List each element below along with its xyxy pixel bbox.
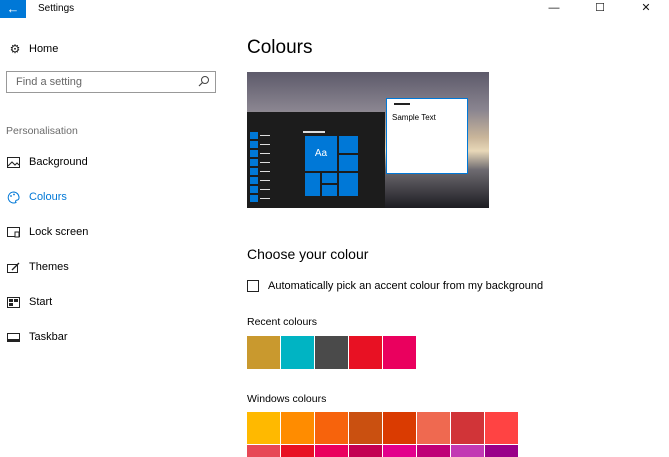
sidebar-item-label: Background xyxy=(29,156,88,168)
preview-sample-text: Sample Text xyxy=(392,113,436,122)
close-button[interactable]: ✕ xyxy=(623,0,669,18)
main-content: Colours Aa Sample Text Choose your colou… xyxy=(232,18,669,457)
windows-colour-swatch[interactable] xyxy=(281,445,314,457)
back-arrow-icon: ← xyxy=(6,1,20,16)
sidebar-item-label: Start xyxy=(29,296,53,308)
taskbar-icon xyxy=(6,331,20,343)
section-label-personalisation: Personalisation xyxy=(6,125,78,137)
sidebar-item-label: Taskbar xyxy=(29,331,68,343)
sidebar-item-background[interactable]: Background xyxy=(6,153,88,171)
checkbox-box[interactable] xyxy=(247,280,259,292)
windows-colours-grid xyxy=(247,412,519,457)
windows-colour-swatch[interactable] xyxy=(417,445,450,457)
colour-preview: Aa Sample Text xyxy=(247,72,489,208)
palette-icon xyxy=(6,190,20,203)
recent-colour-swatch[interactable] xyxy=(281,336,314,369)
minimize-icon: — xyxy=(548,2,560,14)
sidebar-item-label: Themes xyxy=(29,261,69,273)
sidebar-item-colours[interactable]: Colours xyxy=(6,188,67,206)
windows-colour-swatch[interactable] xyxy=(451,412,484,444)
windows-colour-swatch[interactable] xyxy=(315,412,348,444)
preview-tiles: Aa xyxy=(304,135,359,197)
sidebar-item-label: Lock screen xyxy=(29,226,89,238)
windows-colour-swatch[interactable] xyxy=(383,445,416,457)
lock-screen-icon xyxy=(6,226,20,238)
maximize-button[interactable]: ☐ xyxy=(577,0,623,18)
windows-colour-swatch[interactable] xyxy=(315,445,348,457)
windows-colour-swatch[interactable] xyxy=(247,412,280,444)
windows-colour-swatch[interactable] xyxy=(451,445,484,457)
auto-pick-accent-checkbox[interactable]: Automatically pick an accent colour from… xyxy=(247,280,543,292)
picture-icon xyxy=(6,156,20,168)
recent-colours-row xyxy=(247,336,417,369)
windows-colour-row xyxy=(247,445,519,457)
sidebar-item-start[interactable]: Start xyxy=(6,293,52,311)
preview-header-line xyxy=(303,131,325,133)
windows-colours-label: Windows colours xyxy=(247,393,327,405)
search-icon[interactable] xyxy=(198,75,210,87)
back-button[interactable]: ← xyxy=(0,0,26,18)
page-title: Colours xyxy=(247,37,313,58)
sidebar-item-label: Colours xyxy=(29,191,67,203)
maximize-icon: ☐ xyxy=(595,2,605,14)
windows-colour-swatch[interactable] xyxy=(485,412,518,444)
recent-colour-swatch[interactable] xyxy=(349,336,382,369)
preview-sample-window: Sample Text xyxy=(386,98,468,174)
windows-colour-row xyxy=(247,412,519,444)
windows-colour-swatch[interactable] xyxy=(247,445,280,457)
recent-colour-swatch[interactable] xyxy=(383,336,416,369)
sidebar-item-themes[interactable]: Themes xyxy=(6,258,69,276)
windows-colour-swatch[interactable] xyxy=(383,412,416,444)
start-icon xyxy=(6,296,20,308)
windows-colour-swatch[interactable] xyxy=(281,412,314,444)
auto-pick-label: Automatically pick an accent colour from… xyxy=(268,280,544,292)
search-box[interactable] xyxy=(6,71,216,93)
choose-colour-title: Choose your colour xyxy=(247,246,369,262)
search-input[interactable] xyxy=(14,75,198,89)
recent-colour-swatch[interactable] xyxy=(315,336,348,369)
nav-home-label: Home xyxy=(29,43,59,55)
windows-colour-swatch[interactable] xyxy=(349,412,382,444)
minimize-button[interactable]: — xyxy=(531,0,577,18)
close-icon: ✕ xyxy=(641,2,651,14)
nav-home[interactable]: ⚙ Home xyxy=(6,40,59,58)
preview-tile-text: Aa xyxy=(314,148,328,159)
recent-colour-swatch[interactable] xyxy=(247,336,280,369)
themes-icon xyxy=(6,261,20,273)
title-bar: ← Settings — ☐ ✕ xyxy=(0,0,669,18)
windows-colour-swatch[interactable] xyxy=(349,445,382,457)
window-title: Settings xyxy=(38,3,75,14)
sidebar-item-taskbar[interactable]: Taskbar xyxy=(6,328,68,346)
gear-icon: ⚙ xyxy=(9,42,21,56)
recent-colours-label: Recent colours xyxy=(247,316,318,328)
windows-colour-swatch[interactable] xyxy=(417,412,450,444)
sidebar: ⚙ Home Personalisation Background Colour… xyxy=(0,18,232,457)
preview-tile-aa: Aa xyxy=(304,135,338,172)
windows-colour-swatch[interactable] xyxy=(485,445,518,457)
preview-start-list xyxy=(250,132,276,208)
sidebar-item-lock-screen[interactable]: Lock screen xyxy=(6,223,88,241)
